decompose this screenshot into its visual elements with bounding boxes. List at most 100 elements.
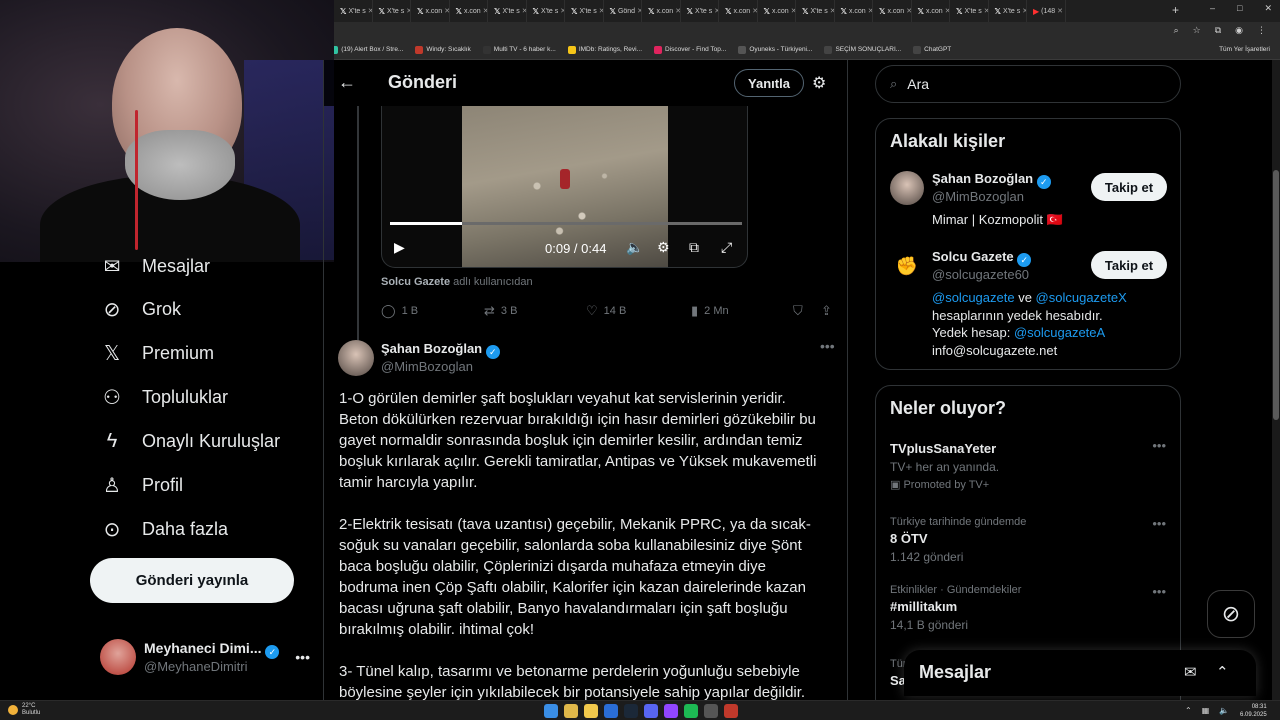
picture-in-picture-icon[interactable]: ⧉ — [689, 239, 699, 256]
scrollbar-thumb[interactable] — [1273, 170, 1279, 420]
browser-tab[interactable]: 𝕏x.con ✕ — [835, 0, 873, 22]
spotify-icon[interactable] — [684, 704, 698, 718]
browser-tab[interactable]: 𝕏x.con ✕ — [450, 0, 488, 22]
nav-item-premium[interactable]: 𝕏 Premium — [100, 341, 214, 365]
bookmark-action[interactable]: ⛉ — [793, 303, 803, 319]
browser-tab[interactable]: 𝕏x.con ✕ — [642, 0, 681, 22]
browser-tab[interactable]: 𝕏X'te s✕ — [373, 0, 411, 22]
search-input[interactable]: ⌕ Ara — [875, 65, 1181, 103]
nav-item-daha-fazla[interactable]: ⊙ Daha fazla — [100, 517, 228, 541]
windows-start-icon[interactable] — [544, 704, 558, 718]
volume-icon[interactable]: 🔈 — [626, 239, 643, 256]
nav-item-mesajlar[interactable]: ✉ Mesajlar — [100, 254, 210, 278]
page-scrollbar[interactable] — [1272, 60, 1280, 700]
browser-tab[interactable]: 𝕏X'te s✕ — [527, 0, 565, 22]
follow-button[interactable]: Takip et — [1091, 251, 1167, 279]
browser-tab[interactable]: 𝕏X'te s✕ — [565, 0, 604, 22]
chevron-up-icon[interactable]: ⌃ — [1185, 706, 1192, 715]
menu-icon[interactable]: ⋮ — [1257, 25, 1266, 36]
fullscreen-icon[interactable]: ⤢ — [721, 239, 732, 256]
bio-link[interactable]: @solcugazeteX — [1036, 290, 1127, 305]
chrome-icon[interactable] — [564, 704, 578, 718]
system-clock[interactable]: 08:31 6.09.2025 — [1240, 703, 1267, 719]
bookmark-item[interactable]: Oyuneks - Türkiyeni... — [732, 45, 818, 54]
browser-tab[interactable]: 𝕏x.con ✕ — [873, 0, 912, 22]
repost-action[interactable]: ⇄ 3 B — [484, 303, 517, 319]
browser-tab[interactable]: 𝕏X'te s✕ — [989, 0, 1027, 22]
bookmark-item[interactable]: IMDb: Ratings, Revi... — [562, 45, 648, 54]
account-switcher[interactable]: Meyhaneci Dimi... ✓ @MeyhaneDimitri ••• — [100, 634, 310, 680]
sliders-icon[interactable]: ⚙ — [812, 73, 826, 93]
bookmark-item[interactable]: SEÇİM SONUÇLARI... — [818, 45, 907, 54]
video-progress-bar[interactable] — [390, 222, 742, 225]
zoom-icon[interactable]: ⌕ — [1174, 25, 1179, 36]
bookmark-star-icon[interactable]: ☆ — [1193, 25, 1201, 36]
more-dots-icon[interactable]: ••• — [1152, 516, 1166, 531]
avatar[interactable] — [338, 340, 374, 376]
browser-tab[interactable]: 𝕏X'te s✕ — [334, 0, 373, 22]
bookmark-item[interactable]: Multi TV - 6 haber k... — [477, 45, 562, 54]
nav-item-onayl-kurulu-lar[interactable]: ϟ Onaylı Kuruluşlar — [100, 429, 280, 453]
more-dots-icon[interactable]: ••• — [295, 649, 310, 665]
expand-up-icon[interactable]: ⌃ — [1216, 663, 1229, 681]
browser-tab[interactable]: 𝕏X'te s✕ — [950, 0, 989, 22]
nav-item-profil[interactable]: ♙ Profil — [100, 473, 183, 497]
video-source[interactable]: Solcu Gazete adlı kullanıcıdan — [381, 276, 533, 288]
all-bookmarks-link[interactable]: Tüm Yer İşaretleri — [1219, 46, 1270, 53]
messages-drawer[interactable]: Mesajlar ✉ ⌃ — [904, 650, 1256, 696]
browser-tab[interactable]: ▶ (148 ✕ — [1027, 0, 1066, 22]
follow-button[interactable]: Takip et — [1091, 173, 1167, 201]
share-action[interactable]: ⇪ — [821, 303, 832, 319]
browser-tab[interactable]: 𝕏x.con ✕ — [758, 0, 796, 22]
bookmark-item[interactable]: (19) Alert Box / Stre... — [324, 45, 409, 54]
more-dots-icon[interactable]: ••• — [1152, 438, 1166, 453]
reply-action[interactable]: ◯ 1 B — [381, 303, 418, 319]
browser-tab[interactable]: 𝕏X'te s✕ — [681, 0, 719, 22]
browser-tab[interactable]: 𝕏X'te s✕ — [488, 0, 527, 22]
video-player[interactable]: ▶ 0:09 / 0:44 🔈 ⚙ ⧉ ⤢ — [381, 106, 748, 268]
author-name[interactable]: Şahan Bozoğlan — [381, 341, 482, 356]
browser-tab[interactable]: 𝕏x.con ✕ — [912, 0, 950, 22]
browser-tab[interactable]: 𝕏X'te s✕ — [796, 0, 835, 22]
nav-item-topluluklar[interactable]: ⚇ Topluluklar — [100, 385, 228, 409]
speaker-icon[interactable]: 🔈 — [1219, 706, 1229, 715]
bookmark-item[interactable]: Discover - Find Top... — [648, 45, 732, 54]
views-action[interactable]: ▮ 2 Mn — [691, 303, 729, 319]
close-icon[interactable]: ✕ — [1264, 3, 1272, 14]
like-action[interactable]: ♡ 14 B — [586, 303, 626, 319]
nav-item-grok[interactable]: ⊘ Grok — [100, 297, 181, 321]
twitch-icon[interactable] — [664, 704, 678, 718]
more-dots-icon[interactable]: ••• — [1152, 584, 1166, 599]
extensions-icon[interactable]: ⧉ — [1215, 25, 1221, 36]
reply-button[interactable]: Yanıtla — [734, 69, 804, 97]
weather-widget[interactable]: 22°C Bulutlu — [8, 703, 40, 717]
browser-tab[interactable]: 𝕏x.con ✕ — [411, 0, 450, 22]
obs-icon[interactable] — [724, 704, 738, 718]
bio-link[interactable]: @solcugazeteA — [1014, 325, 1105, 340]
play-icon[interactable]: ▶ — [394, 239, 405, 256]
tab-close-icon[interactable]: ✕ — [1057, 7, 1063, 15]
grok-button[interactable]: ⊘ — [1207, 590, 1255, 638]
back-arrow-icon[interactable]: ← — [338, 72, 356, 93]
trend-item[interactable]: Türkiye tarihinde gündemde 8 ÖTV 1.142 g… — [890, 516, 1170, 564]
discord-icon[interactable] — [644, 704, 658, 718]
trend-item[interactable]: Etkinlikler · Gündemdekiler #millitakım … — [890, 584, 1170, 632]
network-icon[interactable]: ▦ — [1202, 706, 1210, 715]
store-icon[interactable] — [604, 704, 618, 718]
bio-link[interactable]: @solcugazete — [932, 290, 1015, 305]
file-explorer-icon[interactable] — [584, 704, 598, 718]
author-handle[interactable]: @MimBozoglan — [381, 359, 473, 374]
browser-tab[interactable]: 𝕏x.con ✕ — [719, 0, 758, 22]
new-message-icon[interactable]: ✉ — [1184, 663, 1197, 681]
trend-item[interactable]: TVplusSanaYeter TV+ her an yanında. ▣ Pr… — [890, 438, 1170, 491]
maximize-icon[interactable]: □ — [1237, 3, 1242, 14]
minimize-icon[interactable]: – — [1210, 3, 1215, 14]
bookmark-item[interactable]: ChatGPT — [907, 45, 957, 54]
settings-gear-icon[interactable]: ⚙ — [657, 239, 670, 256]
steam-icon[interactable] — [624, 704, 638, 718]
profile-icon[interactable]: ◉ — [1235, 25, 1243, 36]
post-button[interactable]: Gönderi yayınla — [90, 558, 294, 603]
app-icon[interactable] — [704, 704, 718, 718]
new-tab-button[interactable]: + — [1172, 3, 1179, 17]
bookmark-item[interactable]: Windy: Sıcaklık — [409, 45, 476, 54]
